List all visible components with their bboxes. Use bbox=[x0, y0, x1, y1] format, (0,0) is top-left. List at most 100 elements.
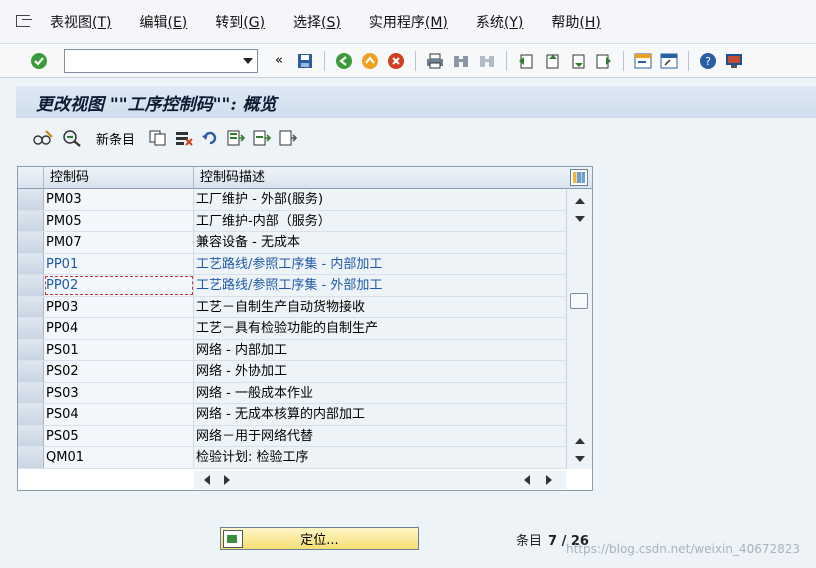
description-cell[interactable]: 网络 - 内部加工 bbox=[194, 339, 566, 360]
prev-page-button[interactable] bbox=[541, 50, 563, 72]
new-entries-button[interactable]: 新条目 bbox=[96, 127, 135, 149]
menu-edit[interactable]: 编辑(E) bbox=[139, 12, 187, 32]
position-button[interactable]: 定位... bbox=[220, 527, 419, 550]
control-key-cell[interactable]: PS02 bbox=[44, 361, 194, 382]
chevron-down-icon[interactable] bbox=[243, 57, 253, 64]
control-key-cell[interactable]: PM07 bbox=[44, 232, 194, 253]
scroll-down-icon[interactable] bbox=[573, 453, 587, 465]
copy-as-button[interactable] bbox=[149, 127, 167, 149]
scroll-right-end-icon[interactable] bbox=[546, 475, 552, 485]
column-header-control-key[interactable]: 控制码 bbox=[44, 167, 194, 189]
page-down-icon[interactable] bbox=[573, 213, 587, 225]
control-key-cell[interactable]: PP04 bbox=[44, 318, 194, 339]
table-row: PP02 工艺路线/参照工序集 - 外部加工 bbox=[18, 275, 566, 297]
monitor-icon bbox=[726, 53, 742, 68]
description-cell[interactable]: 网络 - 一般成本作业 bbox=[194, 382, 566, 403]
first-page-button[interactable] bbox=[515, 50, 537, 72]
print-button[interactable] bbox=[424, 50, 446, 72]
cancel-button[interactable] bbox=[385, 50, 407, 72]
row-selector[interactable] bbox=[18, 447, 44, 468]
description-cell[interactable]: 检验计划: 检验工序 bbox=[194, 447, 566, 468]
collapse-command-button[interactable]: « bbox=[268, 50, 290, 72]
menu-utilities[interactable]: 实用程序(M) bbox=[369, 12, 448, 32]
description-cell[interactable]: 网络 - 外协加工 bbox=[194, 361, 566, 382]
command-input[interactable] bbox=[65, 49, 235, 72]
undo-button[interactable] bbox=[201, 127, 219, 149]
column-header-description[interactable]: 控制码描述 bbox=[194, 167, 566, 189]
row-selector[interactable] bbox=[18, 210, 44, 231]
select-all-rows-cell[interactable] bbox=[18, 167, 44, 189]
scroll-left-end-icon[interactable] bbox=[524, 475, 530, 485]
next-page-button[interactable] bbox=[567, 50, 589, 72]
control-key-cell[interactable]: PS01 bbox=[44, 339, 194, 360]
scroll-right-icon[interactable] bbox=[224, 475, 230, 485]
description-cell[interactable]: 工艺－自制生产自动货物接收 bbox=[194, 296, 566, 317]
description-cell[interactable]: 工艺路线/参照工序集 - 外部加工 bbox=[194, 275, 566, 296]
description-cell[interactable]: 网络 - 无成本核算的内部加工 bbox=[194, 404, 566, 425]
command-field[interactable] bbox=[64, 48, 258, 73]
menu-exit-icon[interactable] bbox=[16, 13, 40, 31]
description-cell[interactable]: 网络－用于网络代替 bbox=[194, 425, 566, 446]
description-cell[interactable]: 兼容设备 - 无成本 bbox=[194, 232, 566, 253]
exit-icon bbox=[362, 52, 378, 69]
control-key-cell[interactable]: PM05 bbox=[44, 210, 194, 231]
customize-layout-button[interactable] bbox=[723, 50, 745, 72]
control-key-cell[interactable]: PS05 bbox=[44, 425, 194, 446]
delete-button[interactable] bbox=[175, 127, 193, 149]
row-selector[interactable] bbox=[18, 253, 44, 274]
control-key-cell[interactable]: PM03 bbox=[44, 189, 194, 210]
shortcut-icon bbox=[660, 53, 678, 68]
find-button[interactable] bbox=[450, 50, 472, 72]
row-selector[interactable] bbox=[18, 232, 44, 253]
enter-button[interactable] bbox=[28, 50, 50, 72]
row-selector[interactable] bbox=[18, 361, 44, 382]
menu-goto[interactable]: 转到(G) bbox=[215, 12, 265, 32]
row-selector[interactable] bbox=[18, 425, 44, 446]
row-selector[interactable] bbox=[18, 339, 44, 360]
control-key-cell[interactable]: PS03 bbox=[44, 382, 194, 403]
save-button[interactable] bbox=[294, 50, 316, 72]
menu-selection[interactable]: 选择(S) bbox=[293, 12, 341, 32]
row-selector[interactable] bbox=[18, 318, 44, 339]
last-page-button[interactable] bbox=[593, 50, 615, 72]
menu-system[interactable]: 系统(Y) bbox=[476, 12, 523, 32]
scroll-left-icon[interactable] bbox=[204, 475, 210, 485]
page-up-icon[interactable] bbox=[573, 435, 587, 447]
other-view-button[interactable] bbox=[62, 127, 82, 149]
shortcut-button[interactable] bbox=[658, 50, 680, 72]
select-all-button[interactable] bbox=[227, 127, 246, 149]
scroll-thumb[interactable] bbox=[570, 293, 588, 309]
row-selector[interactable] bbox=[18, 404, 44, 425]
table-row: PS04 网络 - 无成本核算的内部加工 bbox=[18, 404, 566, 426]
row-selector[interactable] bbox=[18, 275, 44, 296]
description-cell[interactable]: 工厂维护-内部（服务） bbox=[194, 210, 566, 231]
display-change-button[interactable] bbox=[32, 127, 54, 149]
description-cell[interactable]: 工艺－具有检验功能的自制生产 bbox=[194, 318, 566, 339]
control-key-cell[interactable]: PS04 bbox=[44, 404, 194, 425]
control-key-cell[interactable]: PP01 bbox=[44, 253, 194, 274]
control-key-cell[interactable]: PP02 bbox=[44, 275, 194, 296]
exit-button[interactable] bbox=[359, 50, 381, 72]
prev-page-icon bbox=[546, 54, 559, 68]
scroll-up-icon[interactable] bbox=[573, 195, 587, 207]
deselect-all-button[interactable] bbox=[279, 127, 298, 149]
row-selector[interactable] bbox=[18, 189, 44, 210]
control-key-cell[interactable]: PP03 bbox=[44, 296, 194, 317]
row-selector[interactable] bbox=[18, 296, 44, 317]
menu-table-view[interactable]: 表视图(T) bbox=[50, 12, 111, 32]
help-button[interactable]: ? bbox=[697, 50, 719, 72]
control-key-cell[interactable]: QM01 bbox=[44, 447, 194, 468]
row-selector[interactable] bbox=[18, 382, 44, 403]
horizontal-scrollbar[interactable] bbox=[194, 471, 566, 489]
back-button[interactable] bbox=[333, 50, 355, 72]
copy-icon bbox=[149, 130, 166, 146]
menu-help[interactable]: 帮助(H) bbox=[551, 12, 600, 32]
select-block-button[interactable] bbox=[253, 127, 272, 149]
description-cell[interactable]: 工艺路线/参照工序集 - 内部加工 bbox=[194, 253, 566, 274]
vertical-scrollbar[interactable] bbox=[566, 189, 592, 469]
back-icon bbox=[336, 52, 352, 69]
find-next-button[interactable] bbox=[476, 50, 498, 72]
new-session-button[interactable] bbox=[632, 50, 654, 72]
table-settings-icon[interactable] bbox=[570, 169, 588, 186]
description-cell[interactable]: 工厂维护 - 外部(服务) bbox=[194, 189, 566, 210]
